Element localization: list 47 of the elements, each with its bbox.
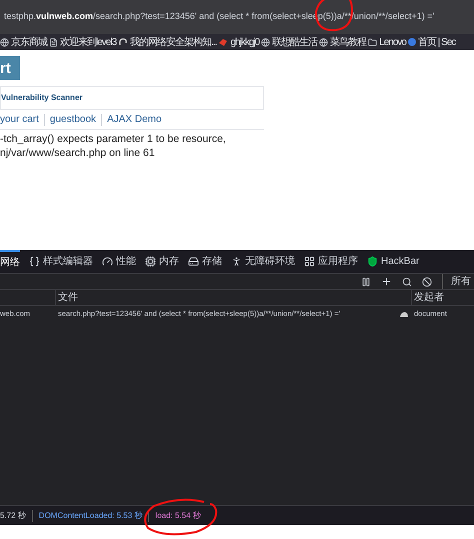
- devtools-tab[interactable]: 网络: [0, 250, 20, 273]
- bookmark-item[interactable]: 菜鸟教程: [319, 34, 366, 50]
- bookmark-item[interactable]: ghjkkgj0: [218, 34, 260, 50]
- devtools-tab[interactable]: 存储: [188, 250, 222, 273]
- bookmark-item[interactable]: 联想酷生活: [261, 34, 318, 50]
- devtools-tab[interactable]: 内存: [145, 250, 179, 273]
- bird-icon: [218, 37, 228, 47]
- grid-icon: [304, 256, 315, 267]
- devtools-tab[interactable]: HackBar: [367, 250, 420, 273]
- bookmark-item[interactable]: 首页 | Sec: [408, 34, 456, 50]
- status-text: 5.72 秒: [0, 510, 26, 522]
- header-bar: Vulnerability Scanner: [0, 86, 264, 110]
- devtools-tab[interactable]: 应用程序: [304, 250, 358, 273]
- plus-icon[interactable]: [381, 276, 392, 287]
- devtools-tab[interactable]: 无障碍环境: [231, 250, 295, 273]
- site-logo: rt: [0, 56, 20, 80]
- error-text: nj/var/www/search.php on line 61: [0, 146, 156, 160]
- globe-icon: [261, 38, 270, 46]
- status-text: DOMContentLoaded: 5.53 秒: [38, 510, 142, 522]
- bookmark-item[interactable]: Lenovo: [368, 34, 406, 50]
- nav-link[interactable]: your cart: [0, 112, 39, 127]
- devtools-tab[interactable]: 性能: [102, 250, 136, 273]
- search-icon[interactable]: [402, 276, 412, 286]
- bookmark-item[interactable]: 欢迎来到level3: [49, 34, 116, 50]
- bookmark-item[interactable]: 我的网络安全架构知...: [118, 34, 216, 50]
- braces-icon: [29, 256, 40, 267]
- column-header[interactable]: 文件: [56, 290, 412, 305]
- status-text: load: 5.54 秒: [155, 510, 201, 522]
- person-icon: [231, 256, 242, 267]
- bookmark-item[interactable]: 京东商城: [0, 34, 47, 50]
- clear-icon[interactable]: [422, 276, 432, 286]
- filter-label[interactable]: 所有: [442, 274, 471, 289]
- globe-icon: [0, 38, 9, 46]
- page-icon: [49, 38, 58, 46]
- badge-icon: [408, 38, 416, 46]
- shield-icon: [367, 256, 378, 267]
- storage-icon: [188, 256, 199, 267]
- nav-link[interactable]: guestbook: [50, 112, 96, 127]
- globe-icon: [319, 38, 328, 46]
- gauge-icon: [102, 256, 113, 267]
- chip-icon: [145, 256, 156, 267]
- pause-icon[interactable]: [361, 276, 371, 286]
- error-text: -tch_array() expects parameter 1 to be resource,: [0, 132, 227, 146]
- folder-icon: [368, 38, 378, 46]
- column-header[interactable]: 发起者: [412, 290, 444, 305]
- nav-link[interactable]: AJAX Demo: [107, 112, 162, 127]
- devtools-tab[interactable]: 样式编辑器: [29, 250, 93, 273]
